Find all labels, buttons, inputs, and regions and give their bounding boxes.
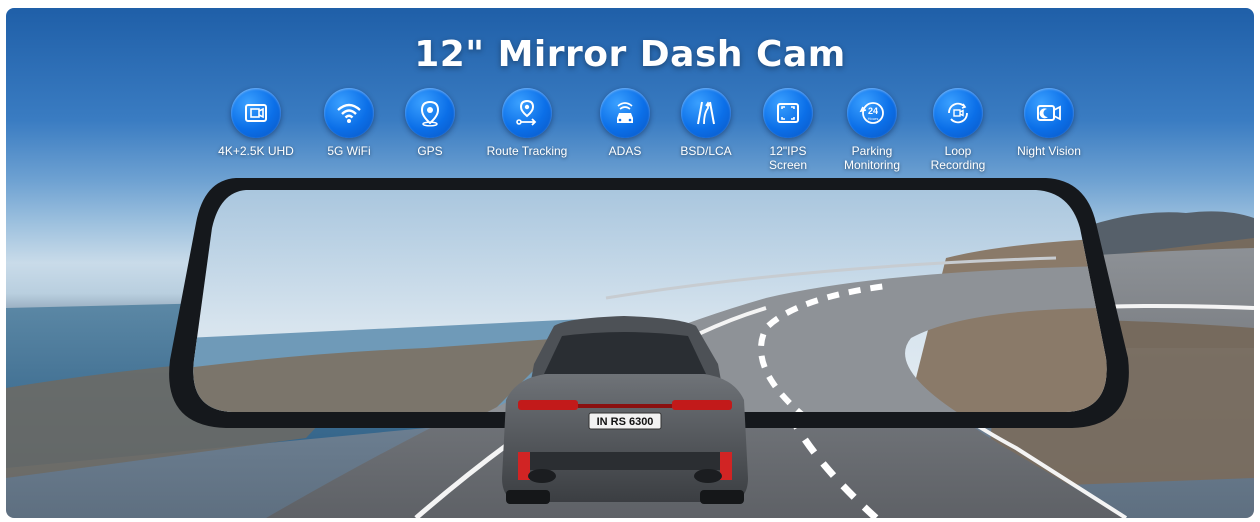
night-vision-icon bbox=[1024, 88, 1074, 138]
feature-icon-row: 4K+2.5K UHD 5G WiFi GPS Route Tracking A… bbox=[6, 88, 1254, 188]
adas-car-icon bbox=[600, 88, 650, 138]
product-banner: IN RS 6300 12" Mirror Dash Cam 4K+2.5K U… bbox=[6, 8, 1254, 518]
feature-label: Night Vision bbox=[1017, 144, 1081, 158]
feature-label: 12"IPS Screen bbox=[768, 144, 808, 172]
24-hours-number: 24 bbox=[868, 106, 878, 116]
route-pin-icon bbox=[502, 88, 552, 138]
location-pin-icon bbox=[405, 88, 455, 138]
feature-label: GPS bbox=[417, 144, 443, 158]
4k-camera-icon bbox=[231, 88, 281, 138]
feature-label: Route Tracking bbox=[486, 144, 568, 158]
feature-label: Parking Monitoring bbox=[843, 144, 901, 172]
feature-gps: GPS bbox=[375, 88, 485, 158]
feature-night-vision: Night Vision bbox=[994, 88, 1104, 158]
wifi-icon bbox=[324, 88, 374, 138]
24-hours-icon: 24 Hours bbox=[847, 88, 897, 138]
banner-title: 12" Mirror Dash Cam bbox=[414, 34, 846, 75]
license-plate: IN RS 6300 bbox=[597, 416, 654, 428]
screen-frame-icon bbox=[763, 88, 813, 138]
feature-label: Loop Recording bbox=[930, 144, 986, 172]
lane-change-icon bbox=[681, 88, 731, 138]
mirror-road-scene: IN RS 6300 bbox=[6, 178, 1254, 518]
loop-camera-icon bbox=[933, 88, 983, 138]
feature-route-tracking: Route Tracking bbox=[472, 88, 582, 158]
24-hours-caption: Hours bbox=[868, 116, 879, 121]
